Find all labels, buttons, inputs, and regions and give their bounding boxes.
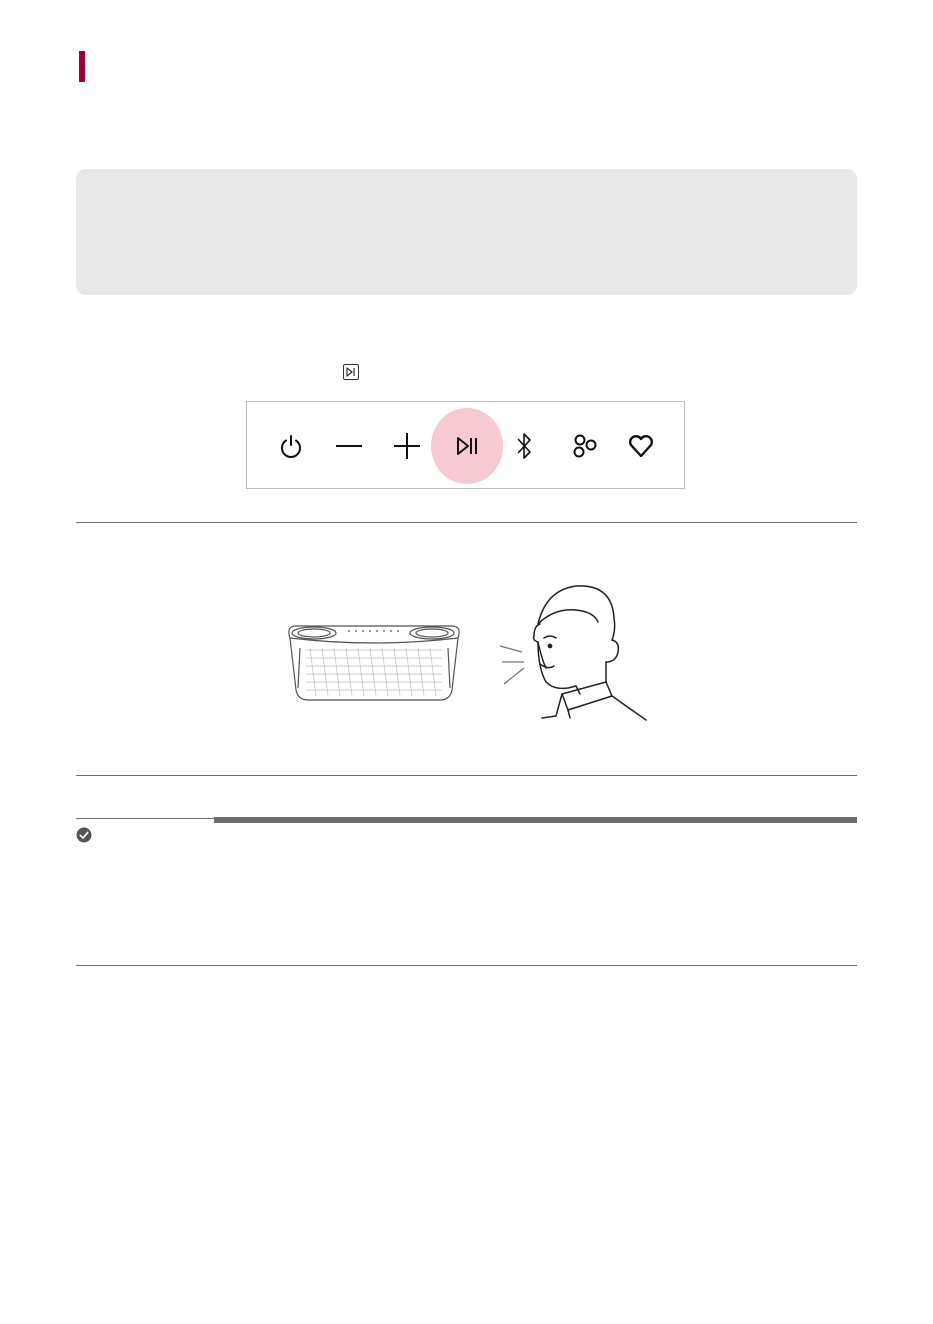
sound-effect-icon: [573, 434, 597, 458]
speaker-illustration: [288, 625, 460, 701]
speaker-voice-illustration: [288, 585, 647, 721]
volume-up-button[interactable]: [379, 418, 435, 474]
section-accent-bar: [79, 51, 85, 82]
speaker-control-panel: [246, 401, 685, 489]
checkmark-circle-icon: [76, 827, 92, 843]
favorite-button[interactable]: [613, 418, 669, 474]
person-illustration: [532, 585, 647, 721]
section-divider: [76, 775, 857, 776]
power-icon: [281, 435, 301, 458]
bluetooth-icon: [517, 433, 531, 459]
volume-down-button[interactable]: [321, 418, 377, 474]
section-divider: [76, 965, 857, 966]
play-pause-button[interactable]: [439, 418, 495, 474]
favorite-heart-icon: [628, 434, 654, 458]
sound-lines: [499, 645, 525, 685]
section-divider: [76, 522, 857, 523]
info-box: [76, 169, 857, 295]
bluetooth-button[interactable]: [496, 418, 552, 474]
play-pause-icon: [457, 437, 477, 455]
volume-up-icon: [394, 433, 420, 459]
note-header-line: [76, 818, 214, 819]
power-button[interactable]: [263, 418, 319, 474]
note-header-bar: [214, 817, 857, 823]
sound-effect-button[interactable]: [557, 418, 613, 474]
volume-down-icon: [336, 445, 362, 447]
play-pause-icon: [343, 364, 359, 380]
